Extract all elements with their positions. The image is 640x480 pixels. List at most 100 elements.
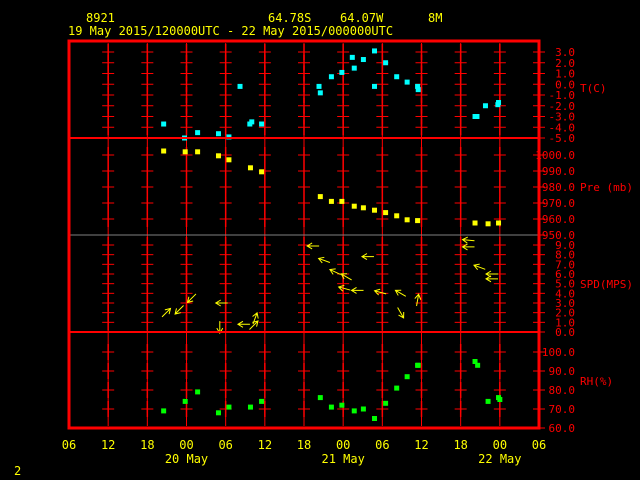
temperature-point — [372, 48, 377, 54]
temperature-point — [316, 83, 322, 89]
pressure-point — [339, 198, 345, 204]
humidity-point — [247, 404, 253, 410]
wind-arrow — [461, 236, 475, 244]
temperature-point — [349, 54, 355, 60]
wind-arrow — [306, 242, 320, 250]
temperature-point — [360, 57, 366, 63]
pressure-point — [317, 194, 323, 200]
pressure-point — [195, 149, 201, 155]
humidity-point — [226, 404, 232, 410]
temperature-point — [328, 74, 334, 80]
temperature-point — [372, 83, 377, 89]
humidity-point — [485, 398, 491, 404]
y-tick-label-humidity: 70.0 — [549, 403, 576, 416]
humidity-point — [404, 374, 410, 380]
y-axis-label-wind: SPD(MPS) — [580, 278, 633, 291]
humidity-point — [415, 362, 421, 368]
wind-arrow — [161, 307, 172, 318]
y-tick-label-humidity: 80.0 — [549, 384, 576, 397]
pressure-point — [496, 220, 502, 226]
humidity-point — [161, 408, 167, 414]
pressure-point — [360, 205, 366, 211]
temperature-point — [317, 90, 323, 96]
humidity-point — [182, 398, 188, 404]
x-tick-label: 06 — [375, 438, 389, 452]
humidity-point — [328, 404, 334, 410]
temperature-point — [404, 79, 410, 85]
y-axis-label-pressure: Pre (mb) — [580, 181, 633, 194]
x-tick-label: 00 — [179, 438, 193, 452]
x-date-label: 22 May — [478, 452, 521, 466]
wind-arrow — [329, 268, 341, 276]
x-tick-label: 18 — [140, 438, 154, 452]
temperature-point — [474, 114, 480, 119]
pressure-point — [161, 148, 167, 154]
humidity-point — [259, 398, 265, 404]
pressure-point — [485, 221, 491, 227]
temperature-point — [482, 103, 488, 109]
temperature-point — [249, 119, 255, 125]
y-tick-label-humidity: 90.0 — [549, 365, 576, 378]
pressure-point — [394, 213, 400, 219]
pressure-point — [383, 210, 389, 216]
y-axis-label-humidity: RH(%) — [580, 375, 613, 388]
meteogram-plot: 3.02.01.00.0-1.0-2.0-3.0-4.0-5.0T(C)1000… — [62, 39, 633, 466]
x-date-label: 21 May — [321, 452, 364, 466]
y-axis-label-temperature: T(C) — [580, 82, 607, 95]
wind-arrow — [485, 270, 498, 278]
pressure-point — [472, 220, 478, 226]
humidity-point — [215, 410, 221, 416]
wind-arrow — [373, 288, 387, 296]
x-tick-label: 00 — [336, 438, 350, 452]
x-tick-label: 00 — [493, 438, 507, 452]
wind-arrow — [414, 293, 422, 307]
temperature-point — [496, 100, 502, 106]
temperature-point — [215, 131, 221, 137]
pressure-point — [215, 153, 221, 159]
temperature-point — [195, 130, 201, 136]
humidity-point — [195, 389, 201, 395]
wind-arrow — [485, 275, 498, 283]
x-tick-label: 18 — [297, 438, 311, 452]
pressure-point — [415, 218, 421, 224]
temperature-point — [259, 121, 265, 127]
temperature-point — [394, 74, 400, 80]
wind-arrow — [186, 293, 197, 304]
y-tick-label-pressure: 990.0 — [542, 165, 575, 178]
y-tick-label-temperature: -5.0 — [549, 132, 576, 145]
wind-arrow — [361, 253, 374, 261]
y-tick-label-pressure: 960.0 — [542, 213, 575, 226]
x-tick-label: 06 — [62, 438, 76, 452]
y-tick-label-humidity: 60.0 — [549, 422, 576, 435]
pressure-point — [404, 217, 410, 223]
wind-arrow — [337, 284, 351, 292]
pressure-point — [259, 169, 265, 175]
temperature-point — [351, 65, 357, 71]
humidity-point — [383, 400, 389, 406]
temperature-point — [161, 121, 167, 127]
x-tick-label: 06 — [532, 438, 546, 452]
x-tick-label: 12 — [414, 438, 428, 452]
temperature-point — [415, 87, 421, 93]
humidity-point — [360, 406, 366, 412]
temperature-point — [339, 69, 345, 75]
humidity-point — [372, 416, 377, 421]
temperature-point — [383, 60, 389, 66]
wind-arrow — [394, 289, 407, 297]
wind-arrow — [397, 307, 405, 319]
pressure-point — [226, 157, 232, 163]
x-tick-label: 06 — [218, 438, 232, 452]
wind-arrow — [236, 320, 250, 328]
humidity-point — [394, 385, 400, 391]
x-tick-label: 18 — [453, 438, 467, 452]
wind-arrow — [317, 256, 331, 264]
humidity-point — [475, 362, 481, 368]
pressure-point — [247, 165, 253, 171]
wind-arrow — [473, 263, 486, 271]
x-tick-label: 12 — [101, 438, 115, 452]
x-tick-label: 12 — [258, 438, 272, 452]
y-tick-label-humidity: 100.0 — [542, 346, 575, 359]
pressure-point — [351, 203, 357, 209]
wind-arrow — [350, 287, 364, 294]
pressure-point — [182, 149, 188, 155]
